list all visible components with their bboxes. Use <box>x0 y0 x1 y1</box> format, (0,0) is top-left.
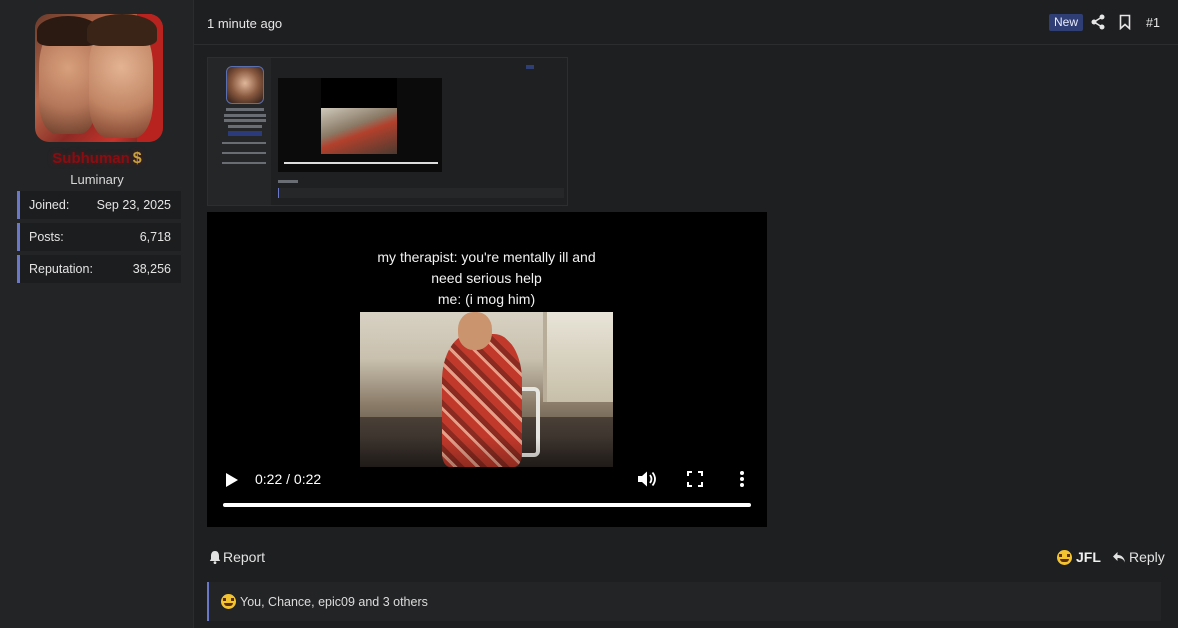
avatar[interactable] <box>35 14 163 142</box>
post-header: 1 minute ago New #1 <box>194 0 1178 45</box>
play-icon[interactable] <box>225 472 239 488</box>
reply-label: Reply <box>1129 549 1165 565</box>
laughing-emoji-icon <box>1057 549 1072 565</box>
stat-reputation: Reputation: 38,256 <box>17 255 181 283</box>
post-timestamp[interactable]: 1 minute ago <box>207 16 282 31</box>
video-player[interactable]: my therapist: you're mentally ill and ne… <box>207 212 767 527</box>
video-progress-bar[interactable] <box>223 503 751 507</box>
stat-posts: Posts: 6,718 <box>17 223 181 251</box>
new-badge: New <box>1049 14 1084 31</box>
user-sidebar: Subhuman $ Luminary Joined: Sep 23, 2025 … <box>0 0 194 628</box>
video-caption: my therapist: you're mentally ill and ne… <box>377 249 596 307</box>
forum-post: Subhuman $ Luminary Joined: Sep 23, 2025 … <box>0 0 1178 628</box>
more-options-icon[interactable] <box>739 470 745 488</box>
stat-value: 6,718 <box>139 230 171 244</box>
share-icon[interactable] <box>1091 14 1105 30</box>
report-label: Report <box>223 549 266 565</box>
video-time: 0:22 / 0:22 <box>255 471 322 487</box>
bell-icon <box>209 551 221 564</box>
stat-value: 38,256 <box>132 262 171 276</box>
stat-joined: Joined: Sep 23, 2025 <box>17 191 181 219</box>
laughing-emoji-icon <box>221 594 236 609</box>
stat-label: Joined: <box>29 198 70 212</box>
stat-value: Sep 23, 2025 <box>96 198 171 212</box>
reply-arrow-icon <box>1113 551 1125 562</box>
user-title: Luminary <box>70 172 124 187</box>
reactions-text[interactable]: You, Chance, epic09 and 3 others <box>240 595 428 609</box>
volume-icon[interactable] <box>637 470 657 488</box>
username-text: Subhuman <box>52 150 130 167</box>
stat-label: Posts: <box>29 230 64 244</box>
reply-button[interactable]: Reply <box>1112 549 1165 565</box>
report-button[interactable]: Report <box>209 549 265 565</box>
jfl-label: JFL <box>1076 549 1101 565</box>
post-number-link[interactable]: #1 <box>1146 16 1160 30</box>
reactions-bar[interactable]: You, Chance, epic09 and 3 others <box>207 582 1161 621</box>
dollar-badge-icon: $ <box>132 150 142 167</box>
username[interactable]: Subhuman $ <box>0 150 194 168</box>
jfl-reaction-button[interactable]: JFL <box>1057 549 1101 565</box>
bookmark-icon[interactable] <box>1119 14 1131 30</box>
fullscreen-icon[interactable] <box>687 471 703 487</box>
stat-label: Reputation: <box>29 262 93 276</box>
embedded-screenshot-image[interactable] <box>207 57 568 206</box>
